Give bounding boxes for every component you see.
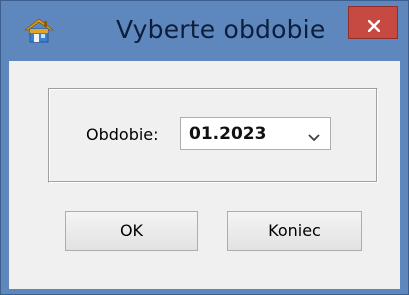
- dialog-window: Vyberte obdobie Obdobie: 01.2023 OK Koni…: [0, 0, 409, 295]
- period-dropdown[interactable]: 01.2023: [180, 117, 331, 150]
- period-label: Obdobie:: [86, 125, 159, 144]
- title-bar[interactable]: Vyberte obdobie: [1, 1, 408, 59]
- koniec-button[interactable]: Koniec: [227, 211, 362, 251]
- close-icon: [367, 17, 381, 33]
- house-icon: [23, 17, 55, 45]
- dialog-client-area: Obdobie: 01.2023 OK Koniec: [9, 61, 400, 289]
- close-button[interactable]: [348, 6, 398, 39]
- period-group: Obdobie: 01.2023: [48, 88, 378, 183]
- ok-button[interactable]: OK: [65, 211, 198, 251]
- period-value: 01.2023: [189, 124, 267, 144]
- chevron-down-icon: [308, 128, 320, 142]
- window-title: Vyberte obdobie: [116, 15, 326, 44]
